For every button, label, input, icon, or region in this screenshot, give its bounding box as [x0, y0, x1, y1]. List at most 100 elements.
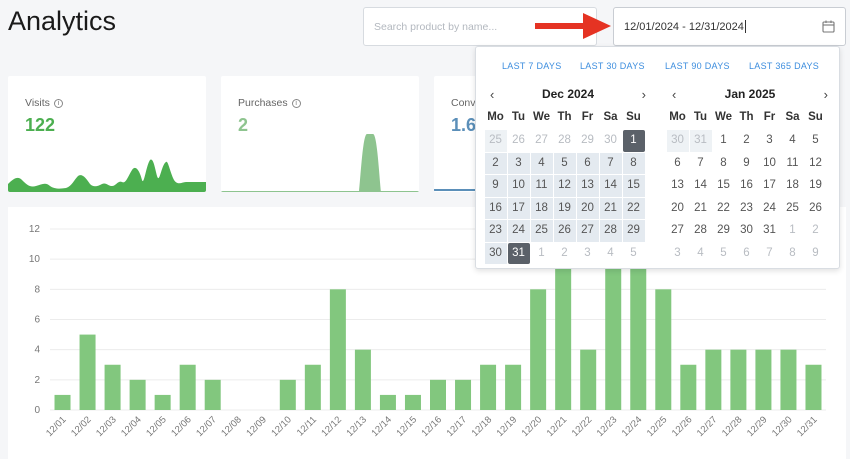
next-month-icon[interactable]: ›: [642, 87, 646, 102]
calendar-day[interactable]: 29: [622, 220, 645, 242]
bar[interactable]: [79, 334, 96, 410]
bar[interactable]: [204, 379, 221, 410]
calendar-day[interactable]: 6: [667, 153, 689, 175]
calendar-day[interactable]: 7: [690, 153, 712, 175]
calendar-day[interactable]: 11: [530, 175, 553, 197]
bar[interactable]: [455, 379, 472, 410]
bar[interactable]: [304, 364, 321, 410]
calendar-day[interactable]: 13: [576, 175, 599, 197]
bar[interactable]: [154, 394, 171, 410]
calendar-day[interactable]: 28: [599, 220, 622, 242]
calendar-day[interactable]: 15: [622, 175, 645, 197]
bar[interactable]: [279, 379, 296, 410]
calendar-day[interactable]: 27: [576, 220, 599, 242]
calendar-day[interactable]: 5: [713, 243, 735, 265]
calendar-day[interactable]: 18: [530, 197, 553, 219]
bar[interactable]: [755, 349, 772, 410]
bar[interactable]: [354, 349, 371, 410]
bar[interactable]: [705, 349, 722, 410]
calendar-day[interactable]: 9: [736, 153, 758, 175]
calendar-day[interactable]: 30: [600, 130, 622, 152]
preset-last-90-days[interactable]: LAST 90 DAYS: [665, 61, 730, 71]
bar[interactable]: [129, 379, 146, 410]
calendar-day[interactable]: 1: [713, 130, 735, 152]
calendar-day[interactable]: 9: [805, 243, 827, 265]
calendar-day[interactable]: 6: [576, 152, 599, 174]
calendar-day[interactable]: 28: [554, 130, 576, 152]
calendar-day[interactable]: 17: [507, 197, 530, 219]
calendar-day[interactable]: 3: [577, 243, 599, 265]
calendar-day[interactable]: 7: [599, 152, 622, 174]
calendar-day[interactable]: 25: [782, 198, 804, 220]
calendar-day[interactable]: 14: [599, 175, 622, 197]
calendar-day[interactable]: 22: [622, 197, 645, 219]
preset-last-7-days[interactable]: LAST 7 DAYS: [502, 61, 562, 71]
bar[interactable]: [379, 394, 396, 410]
bar[interactable]: [655, 289, 672, 410]
calendar-day[interactable]: 27: [531, 130, 553, 152]
calendar-day[interactable]: 14: [690, 175, 712, 197]
calendar-day[interactable]: 4: [782, 130, 804, 152]
calendar-day[interactable]: 12: [805, 153, 827, 175]
selected-day[interactable]: 1: [622, 130, 645, 152]
calendar-day[interactable]: 24: [759, 198, 781, 220]
calendar-day[interactable]: 4: [530, 152, 553, 174]
calendar-day[interactable]: 29: [713, 220, 735, 242]
calendar-day[interactable]: 27: [667, 220, 689, 242]
bar[interactable]: [730, 349, 747, 410]
calendar-day[interactable]: 30: [736, 220, 758, 242]
info-icon[interactable]: i: [53, 98, 63, 108]
calendar-day[interactable]: 5: [553, 152, 576, 174]
calendar-day[interactable]: 23: [484, 220, 507, 242]
bar[interactable]: [329, 289, 346, 410]
calendar-day[interactable]: 5: [623, 243, 645, 265]
calendar-day[interactable]: 19: [553, 197, 576, 219]
calendar-day[interactable]: 3: [667, 243, 689, 265]
calendar-day[interactable]: 10: [759, 153, 781, 175]
bar[interactable]: [680, 364, 697, 410]
calendar-day[interactable]: 20: [576, 197, 599, 219]
bar[interactable]: [54, 394, 71, 410]
calendar-day[interactable]: 26: [553, 220, 576, 242]
calendar-day[interactable]: 20: [667, 198, 689, 220]
calendar-icon[interactable]: [822, 20, 835, 33]
calendar-day[interactable]: 26: [508, 130, 530, 152]
bar[interactable]: [780, 349, 797, 410]
calendar-day[interactable]: 25: [530, 220, 553, 242]
calendar-day[interactable]: 8: [622, 152, 645, 174]
calendar-day[interactable]: 23: [736, 198, 758, 220]
calendar-day[interactable]: 11: [782, 153, 804, 175]
calendar-day[interactable]: 30: [484, 242, 507, 264]
calendar-day[interactable]: 12: [553, 175, 576, 197]
bar[interactable]: [805, 364, 822, 410]
calendar-day[interactable]: 4: [690, 243, 712, 265]
calendar-day[interactable]: 17: [759, 175, 781, 197]
calendar-day[interactable]: 13: [667, 175, 689, 197]
calendar-day[interactable]: 31: [759, 220, 781, 242]
calendar-day[interactable]: 1: [782, 220, 804, 242]
calendar-day[interactable]: 24: [507, 220, 530, 242]
calendar-day[interactable]: 29: [577, 130, 599, 152]
date-range-input[interactable]: 12/01/2024 - 12/31/2024: [613, 7, 846, 46]
bar[interactable]: [404, 394, 421, 410]
calendar-day[interactable]: 18: [782, 175, 804, 197]
calendar-day[interactable]: 8: [713, 153, 735, 175]
calendar-day[interactable]: 3: [507, 152, 530, 174]
calendar-day[interactable]: 31: [689, 130, 712, 152]
calendar-day[interactable]: 4: [600, 243, 622, 265]
calendar-day[interactable]: 30: [666, 130, 689, 152]
calendar-day[interactable]: 2: [554, 243, 576, 265]
calendar-day[interactable]: 15: [713, 175, 735, 197]
bar[interactable]: [580, 349, 597, 410]
calendar-day[interactable]: 25: [484, 130, 507, 152]
calendar-day[interactable]: 5: [805, 130, 827, 152]
bar[interactable]: [505, 364, 522, 410]
calendar-day[interactable]: 16: [484, 197, 507, 219]
prev-month-icon[interactable]: ‹: [490, 87, 494, 102]
bar[interactable]: [430, 379, 446, 410]
calendar-day[interactable]: 1: [531, 243, 553, 265]
calendar-day[interactable]: 3: [759, 130, 781, 152]
calendar-day[interactable]: 6: [736, 243, 758, 265]
selected-day[interactable]: 31: [507, 242, 530, 264]
calendar-day[interactable]: 22: [713, 198, 735, 220]
